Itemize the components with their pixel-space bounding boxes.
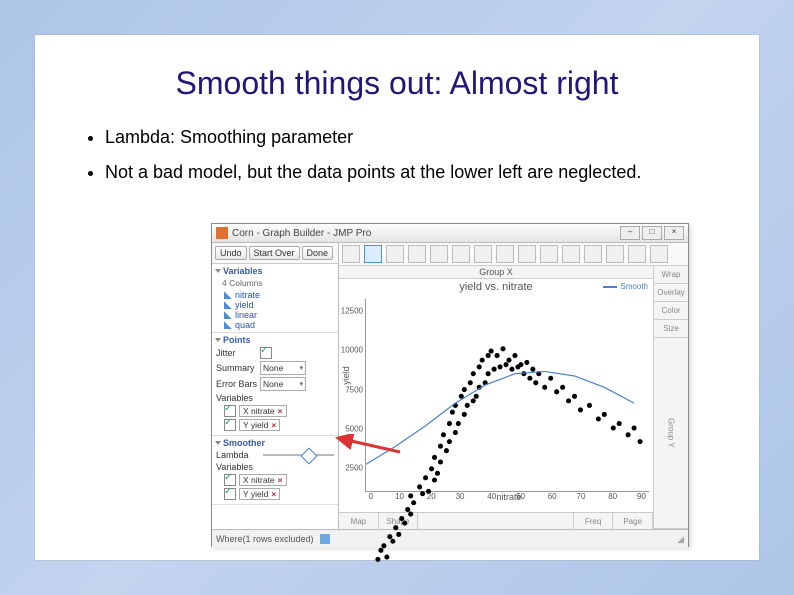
chart-canvas[interactable] (365, 299, 649, 492)
slide-card: Smooth things out: Almost right Lambda: … (35, 35, 759, 560)
column-quad[interactable]: quad (224, 320, 334, 330)
maximize-button[interactable]: □ (642, 226, 662, 240)
continuous-icon (224, 301, 232, 309)
undo-button[interactable]: Undo (215, 246, 247, 260)
points-header[interactable]: Points (223, 335, 251, 345)
wrap-dropzone[interactable]: Wrap (654, 266, 688, 284)
variables-header[interactable]: Variables (223, 266, 263, 276)
points-tool-icon[interactable] (342, 245, 360, 263)
lambda-label: Lambda (216, 450, 259, 460)
heatmap-tool-icon[interactable] (496, 245, 514, 263)
lambda-slider[interactable] (263, 450, 334, 460)
element-toolbar (339, 243, 688, 266)
continuous-icon (224, 321, 232, 329)
line-tool-icon[interactable] (386, 245, 404, 263)
variables-label-2: Variables (216, 462, 260, 472)
errorbars-label: Error Bars (216, 379, 260, 389)
continuous-icon (224, 291, 232, 299)
y-axis[interactable]: yield 2500 5000 7500 10000 12500 (339, 295, 365, 492)
y-var-chip[interactable]: Y yield× (239, 419, 280, 431)
legend-smooth[interactable]: Smooth (603, 282, 648, 291)
columns-count[interactable]: 4 Columns (222, 278, 263, 288)
points-panel: Points Jitter SummaryNone Error BarsNone… (212, 333, 338, 436)
y-var-checkbox[interactable] (224, 419, 236, 431)
smoother-header[interactable]: Smoother (223, 438, 265, 448)
window-title: Corn - Graph Builder - JMP Pro (232, 228, 618, 239)
done-button[interactable]: Done (302, 246, 334, 260)
slide-title: Smooth things out: Almost right (35, 65, 759, 102)
caption-tool-icon[interactable] (650, 245, 668, 263)
y-var-chip-2[interactable]: Y yield× (239, 488, 280, 500)
status-text: Where(1 rows excluded) (216, 534, 314, 544)
summary-dropdown[interactable]: None (260, 361, 306, 375)
area-tool-icon[interactable] (430, 245, 448, 263)
variables-panel: Variables 4 Columns nitrate yield linear… (212, 264, 338, 333)
remove-icon[interactable]: × (278, 475, 283, 485)
resize-grip-icon[interactable]: ◢ (677, 534, 684, 545)
jitter-label: Jitter (216, 348, 260, 358)
column-nitrate[interactable]: nitrate (224, 290, 334, 300)
formula-tool-icon[interactable] (628, 245, 646, 263)
continuous-icon (224, 311, 232, 319)
jitter-checkbox[interactable] (260, 347, 272, 359)
legend-line-icon (603, 286, 617, 288)
x-var-checkbox-2[interactable] (224, 474, 236, 486)
start-over-button[interactable]: Start Over (249, 246, 300, 260)
treemap-tool-icon[interactable] (540, 245, 558, 263)
bar-tool-icon[interactable] (408, 245, 426, 263)
right-dropzones: Wrap Overlay Color Size Group Y (653, 266, 688, 529)
map-tool-icon[interactable] (606, 245, 624, 263)
summary-label: Summary (216, 363, 260, 373)
y-var-checkbox-2[interactable] (224, 488, 236, 500)
status-icon[interactable] (320, 534, 330, 544)
annotation-arrow (332, 434, 402, 454)
bullet-list: Lambda: Smoothing parameter Not a bad mo… (65, 127, 729, 183)
y-axis-label: yield (341, 366, 351, 385)
x-var-chip[interactable]: X nitrate× (239, 405, 287, 417)
boxplot-tool-icon[interactable] (452, 245, 470, 263)
mosaic-tool-icon[interactable] (562, 245, 580, 263)
contour-tool-icon[interactable] (584, 245, 602, 263)
x-var-checkbox[interactable] (224, 405, 236, 417)
bullet-item: Not a bad model, but the data points at … (105, 162, 729, 183)
errorbars-dropdown[interactable]: None (260, 377, 306, 391)
overlay-dropzone[interactable]: Overlay (654, 284, 688, 302)
x-var-chip-2[interactable]: X nitrate× (239, 474, 287, 486)
column-yield[interactable]: yield (224, 300, 334, 310)
x-axis[interactable]: 0 10 20 30 40 50 60 70 80 90 nitrate (365, 492, 653, 512)
plot-area: Group X yield vs. nitrate yield 2500 500… (339, 243, 688, 529)
histogram-tool-icon[interactable] (474, 245, 492, 263)
jmp-app-icon (216, 227, 228, 239)
remove-icon[interactable]: × (271, 420, 276, 430)
size-dropzone[interactable]: Size (654, 320, 688, 338)
jmp-window: Corn - Graph Builder - JMP Pro – □ × Und… (211, 223, 689, 547)
smoother-tool-icon[interactable] (364, 245, 382, 263)
bullet-item: Lambda: Smoothing parameter (105, 127, 729, 148)
remove-icon[interactable]: × (278, 406, 283, 416)
group-y-dropzone[interactable]: Group Y (654, 338, 688, 529)
titlebar[interactable]: Corn - Graph Builder - JMP Pro – □ × (212, 224, 688, 243)
column-linear[interactable]: linear (224, 310, 334, 320)
minimize-button[interactable]: – (620, 226, 640, 240)
pie-tool-icon[interactable] (518, 245, 536, 263)
control-sidebar: Undo Start Over Done Variables 4 Columns… (212, 243, 339, 529)
remove-icon[interactable]: × (271, 489, 276, 499)
close-button[interactable]: × (664, 226, 684, 240)
group-x-dropzone[interactable]: Group X (339, 266, 653, 279)
variables-label: Variables (216, 393, 260, 403)
smoother-panel: Smoother Lambda Variables X nitrate× Y y… (212, 436, 338, 505)
color-dropzone[interactable]: Color (654, 302, 688, 320)
